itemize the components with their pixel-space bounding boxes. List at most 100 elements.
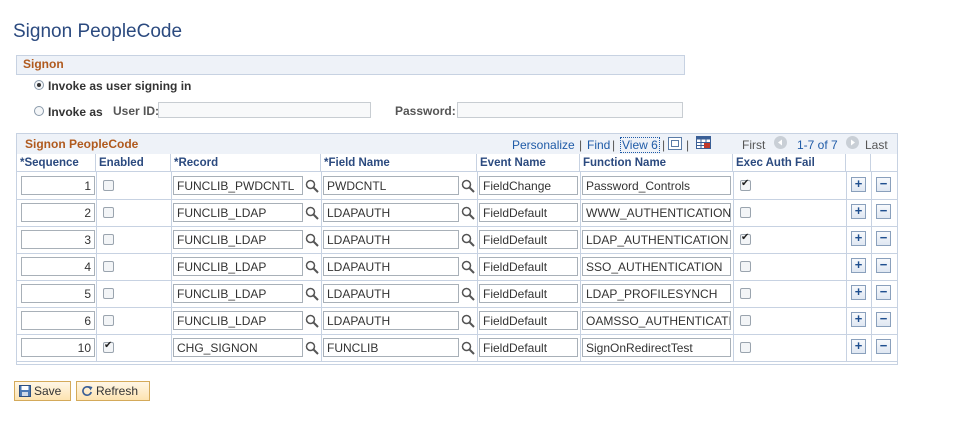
enabled-checkbox[interactable] [103, 288, 114, 299]
sequence-field[interactable]: 3 [21, 230, 95, 249]
record-field[interactable]: FUNCLIB_LDAP [173, 311, 303, 330]
next-arrow-icon[interactable] [846, 136, 859, 149]
sequence-field[interactable]: 1 [21, 176, 95, 195]
personalize-link[interactable]: Personalize [512, 138, 575, 152]
record-field[interactable]: CHG_SIGNON [173, 338, 303, 357]
field-name-field[interactable]: LDAPAUTH [323, 311, 459, 330]
delete-row-button[interactable]: − [876, 339, 891, 354]
record-field[interactable]: FUNCLIB_LDAP [173, 203, 303, 222]
field-name-field[interactable]: FUNCLIB [323, 338, 459, 357]
sequence-field[interactable]: 6 [21, 311, 95, 330]
field-name-lookup-icon[interactable] [461, 260, 475, 274]
delete-row-button[interactable]: − [876, 258, 891, 273]
record-lookup-icon[interactable] [305, 233, 319, 247]
exec-auth-fail-checkbox[interactable] [740, 207, 751, 218]
field-name-lookup-icon[interactable] [461, 206, 475, 220]
delete-row-button[interactable]: − [876, 204, 891, 219]
event-name-field[interactable]: FieldDefault [479, 257, 578, 276]
enabled-checkbox[interactable] [103, 315, 114, 326]
previous-arrow-icon[interactable] [774, 136, 787, 149]
field-name-lookup-icon[interactable] [461, 179, 475, 193]
invoke-as-radio[interactable] [34, 106, 44, 116]
event-name-field[interactable]: FieldDefault [479, 230, 578, 249]
delete-row-button[interactable]: − [876, 312, 891, 327]
download-spreadsheet-icon[interactable] [696, 136, 711, 149]
record-lookup-icon[interactable] [305, 260, 319, 274]
sequence-field[interactable]: 5 [21, 284, 95, 303]
enabled-checkbox[interactable] [103, 261, 114, 272]
function-name-field[interactable]: SignOnRedirectTest [582, 338, 731, 357]
add-row-button[interactable]: + [851, 177, 866, 192]
field-name-field[interactable]: PWDCNTL [323, 176, 459, 195]
enabled-checkbox[interactable] [103, 180, 114, 191]
add-row-button[interactable]: + [851, 285, 866, 300]
exec-auth-fail-checkbox[interactable] [740, 178, 751, 191]
field-name-lookup-icon[interactable] [461, 314, 475, 328]
col-header-field-name[interactable]: *Field Name [321, 154, 477, 172]
event-name-field[interactable]: FieldChange [479, 176, 578, 195]
sequence-field[interactable]: 10 [21, 338, 95, 357]
col-header-exec-auth-fail[interactable]: Exec Auth Fail [733, 154, 846, 172]
field-name-lookup-icon[interactable] [461, 233, 475, 247]
event-name-field[interactable]: FieldDefault [479, 284, 578, 303]
function-name-field[interactable]: LDAP_PROFILESYNCH [582, 284, 731, 303]
function-name-field[interactable]: WWW_AUTHENTICATION [582, 203, 731, 222]
exec-auth-fail-checkbox[interactable] [740, 261, 751, 272]
add-row-button[interactable]: + [851, 231, 866, 246]
field-name-lookup-icon[interactable] [461, 287, 475, 301]
enabled-checkbox[interactable] [103, 234, 114, 245]
function-name-field[interactable]: Password_Controls [582, 176, 731, 195]
function-name-field[interactable]: SSO_AUTHENTICATION [582, 257, 731, 276]
user-id-field[interactable] [158, 102, 371, 118]
cell-divider [580, 226, 581, 253]
find-link[interactable]: Find [587, 138, 610, 152]
record-field[interactable]: FUNCLIB_PWDCNTL [173, 176, 303, 195]
enabled-checkbox[interactable] [103, 207, 114, 218]
record-field[interactable]: FUNCLIB_LDAP [173, 284, 303, 303]
sequence-field[interactable]: 2 [21, 203, 95, 222]
record-lookup-icon[interactable] [305, 206, 319, 220]
add-row-button[interactable]: + [851, 204, 866, 219]
page-title: Signon PeopleCode [13, 21, 183, 42]
field-name-field[interactable]: LDAPAUTH [323, 284, 459, 303]
col-header-sequence[interactable]: *Sequence [17, 154, 96, 172]
cell-divider [171, 226, 172, 253]
add-row-button[interactable]: + [851, 258, 866, 273]
invoke-signing-in-radio[interactable] [34, 80, 44, 90]
record-lookup-icon[interactable] [305, 341, 319, 355]
col-header-enabled[interactable]: Enabled [96, 154, 171, 172]
function-name-field[interactable]: OAMSSO_AUTHENTICATIOI [582, 311, 731, 330]
col-header-function-name[interactable]: Function Name [580, 154, 733, 172]
refresh-button[interactable]: Refresh [76, 381, 150, 401]
record-lookup-icon[interactable] [305, 314, 319, 328]
view-all-link[interactable]: View 6 [620, 137, 660, 153]
field-name-lookup-icon[interactable] [461, 341, 475, 355]
enabled-checkbox[interactable] [103, 340, 114, 353]
col-header-event-name[interactable]: Event Name [477, 154, 580, 172]
exec-auth-fail-checkbox[interactable] [740, 288, 751, 299]
col-header-record[interactable]: *Record [171, 154, 321, 172]
function-name-field[interactable]: LDAP_AUTHENTICATION [582, 230, 731, 249]
exec-auth-fail-checkbox[interactable] [740, 342, 751, 353]
event-name-field[interactable]: FieldDefault [479, 203, 578, 222]
exec-auth-fail-checkbox[interactable] [740, 315, 751, 326]
event-name-field[interactable]: FieldDefault [479, 338, 578, 357]
event-name-field[interactable]: FieldDefault [479, 311, 578, 330]
field-name-field[interactable]: LDAPAUTH [323, 257, 459, 276]
field-name-field[interactable]: LDAPAUTH [323, 230, 459, 249]
record-lookup-icon[interactable] [305, 179, 319, 193]
exec-auth-fail-checkbox[interactable] [740, 232, 751, 245]
zoom-icon[interactable] [668, 137, 682, 150]
delete-row-button[interactable]: − [876, 231, 891, 246]
password-field[interactable] [457, 102, 683, 118]
record-field[interactable]: FUNCLIB_LDAP [173, 230, 303, 249]
save-button[interactable]: Save [14, 381, 71, 401]
record-field[interactable]: FUNCLIB_LDAP [173, 257, 303, 276]
add-row-button[interactable]: + [851, 339, 866, 354]
delete-row-button[interactable]: − [876, 177, 891, 192]
field-name-field[interactable]: LDAPAUTH [323, 203, 459, 222]
add-row-button[interactable]: + [851, 312, 866, 327]
record-lookup-icon[interactable] [305, 287, 319, 301]
delete-row-button[interactable]: − [876, 285, 891, 300]
sequence-field[interactable]: 4 [21, 257, 95, 276]
